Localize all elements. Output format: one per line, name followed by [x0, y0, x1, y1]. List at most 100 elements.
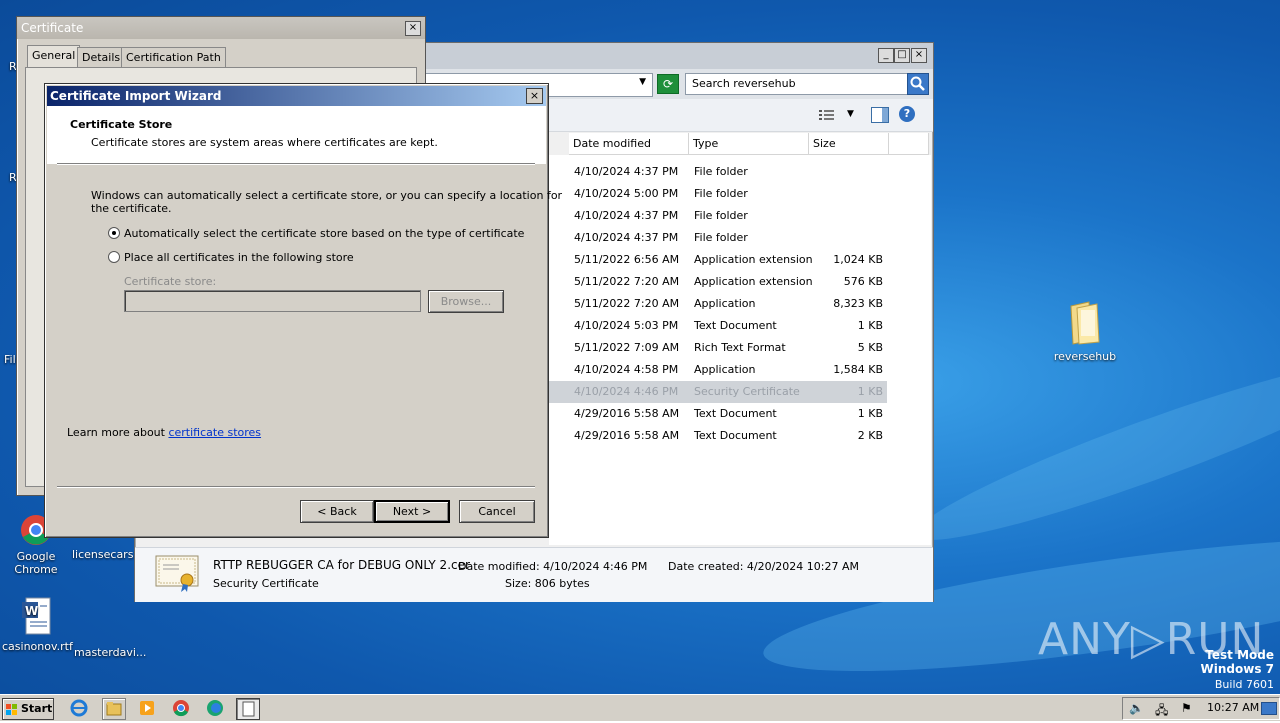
- wizard-subheading: Certificate stores are system areas wher…: [91, 136, 438, 149]
- network-icon[interactable]: 🖧: [1155, 701, 1168, 722]
- maximize-icon[interactable]: □: [894, 48, 910, 63]
- help-icon[interactable]: ?: [899, 106, 915, 122]
- cell-date: 4/10/2024 4:37 PM: [574, 165, 679, 178]
- search-input[interactable]: Search reversehub: [685, 73, 915, 95]
- cancel-button[interactable]: Cancel: [459, 500, 535, 523]
- show-desktop-icon[interactable]: [1261, 702, 1277, 715]
- table-row[interactable]: 4/10/2024 5:00 PM File folder: [549, 183, 887, 205]
- wizard-titlebar[interactable]: Certificate Import Wizard ×: [47, 86, 546, 106]
- edge-icon[interactable]: [204, 698, 226, 718]
- back-button[interactable]: < Back: [300, 500, 374, 523]
- table-row[interactable]: 4/10/2024 4:46 PM Security Certificate 1 K…: [549, 381, 887, 403]
- tab-details[interactable]: Details: [77, 47, 126, 68]
- close-icon[interactable]: ×: [911, 48, 927, 63]
- desktop-icon-masterdavi[interactable]: masterdavi...: [74, 646, 146, 659]
- wizard-intro-line: the certificate.: [91, 202, 172, 215]
- radio-place-in-store-label[interactable]: Place all certificates in the following …: [124, 251, 354, 264]
- certificate-stores-link[interactable]: certificate stores: [168, 426, 261, 439]
- desktop-icon-reversehub[interactable]: reversehub: [1052, 300, 1118, 363]
- view-options-icon[interactable]: [819, 109, 835, 121]
- close-icon[interactable]: ×: [526, 88, 543, 104]
- column-header-date[interactable]: Date modified: [569, 133, 689, 155]
- certificate-import-wizard: Certificate Import Wizard × Certificate …: [44, 83, 562, 538]
- refresh-icon[interactable]: ⟳: [657, 74, 679, 94]
- details-filename: RTTP REBUGGER CA for DEBUG ONLY 2.cer: [213, 558, 470, 572]
- details-date-created: Date created: 4/20/2024 10:27 AM: [668, 560, 860, 573]
- document-taskbar-icon[interactable]: [236, 698, 260, 720]
- wizard-title: Certificate Import Wizard: [50, 89, 222, 103]
- chevron-down-icon[interactable]: ▼: [847, 109, 854, 119]
- cell-type: Rich Text Format: [694, 341, 786, 354]
- cell-type: Application: [694, 363, 756, 376]
- column-header-blank: [889, 133, 929, 155]
- chrome-icon[interactable]: [170, 698, 192, 718]
- explorer-taskbar-icon[interactable]: [102, 698, 126, 720]
- table-row[interactable]: 4/10/2024 4:37 PM File folder: [549, 205, 887, 227]
- learn-more-text: Learn more about certificate stores: [67, 426, 261, 439]
- next-button[interactable]: Next >: [374, 500, 450, 523]
- details-pane: RTTP REBUGGER CA for DEBUG ONLY 2.cer Se…: [135, 547, 933, 602]
- table-row[interactable]: 5/11/2022 7:20 AM Application extension 57…: [549, 271, 887, 293]
- divider: [57, 486, 535, 488]
- table-row[interactable]: 5/11/2022 6:56 AM Application extension 1,…: [549, 249, 887, 271]
- cell-type: Text Document: [694, 429, 777, 442]
- cell-type: Text Document: [694, 407, 777, 420]
- tab-general[interactable]: General: [27, 45, 81, 68]
- table-row[interactable]: 4/10/2024 4:58 PM Application 1,584 KB: [549, 359, 887, 381]
- minimize-icon[interactable]: _: [878, 48, 894, 63]
- wizard-heading: Certificate Store: [70, 118, 173, 131]
- table-row[interactable]: 4/10/2024 4:37 PM File folder: [549, 161, 887, 183]
- cell-type: Application extension: [694, 253, 813, 266]
- build-label: Build 7601: [1214, 678, 1274, 691]
- radio-auto-select[interactable]: [108, 227, 120, 239]
- certificate-store-field[interactable]: [124, 290, 421, 312]
- cell-type: Application: [694, 297, 756, 310]
- preview-pane-icon[interactable]: [871, 107, 889, 123]
- wizard-header: Certificate Store Certificate stores are…: [47, 106, 546, 164]
- tab-certification-path[interactable]: Certification Path: [121, 47, 226, 68]
- desktop-icon-casinonov[interactable]: W casinonov.rtf: [2, 596, 73, 653]
- cell-size: 1 KB: [857, 319, 883, 332]
- cell-date: 5/11/2022 6:56 AM: [574, 253, 680, 266]
- table-row[interactable]: 5/11/2022 7:20 AM Application 8,323 KB: [549, 293, 887, 315]
- column-header-type[interactable]: Type: [689, 133, 809, 155]
- folder-icon: [1067, 300, 1103, 346]
- desktop-icon-label: reversehub: [1053, 350, 1117, 363]
- clock[interactable]: 10:27 AM: [1207, 701, 1259, 714]
- table-row[interactable]: 4/29/2016 5:58 AM Text Document 1 KB: [549, 403, 887, 425]
- svg-text:W: W: [25, 604, 38, 618]
- certificate-store-label: Certificate store:: [124, 275, 217, 288]
- certificate-file-icon: [155, 554, 201, 594]
- volume-icon[interactable]: 🔈: [1129, 701, 1144, 715]
- cell-size: 1,584 KB: [833, 363, 883, 376]
- cell-size: 1 KB: [857, 407, 883, 420]
- cell-date: 4/10/2024 4:37 PM: [574, 209, 679, 222]
- cell-type: File folder: [694, 209, 748, 222]
- chevron-down-icon[interactable]: ▼: [639, 77, 646, 87]
- cell-date: 4/10/2024 4:46 PM: [574, 385, 679, 398]
- system-tray: 🔈 🖧 ⚑ 10:27 AM: [1122, 697, 1280, 720]
- radio-auto-select-label[interactable]: Automatically select the certificate sto…: [124, 227, 524, 240]
- table-row[interactable]: 5/11/2022 7:09 AM Rich Text Format 5 KB: [549, 337, 887, 359]
- windows-logo-icon: [6, 703, 18, 715]
- close-icon[interactable]: ×: [405, 21, 421, 36]
- radio-place-in-store[interactable]: [108, 251, 120, 263]
- start-button[interactable]: Start: [2, 698, 54, 720]
- table-row[interactable]: 4/10/2024 5:03 PM Text Document 1 KB: [549, 315, 887, 337]
- os-label: Windows 7: [1200, 662, 1274, 676]
- table-row[interactable]: 4/10/2024 4:37 PM File folder: [549, 227, 887, 249]
- browse-button[interactable]: Browse...: [428, 290, 504, 313]
- table-row[interactable]: 4/29/2016 5:58 AM Text Document 2 KB: [549, 425, 887, 447]
- desktop-icon-licensecars[interactable]: licensecars...: [72, 548, 144, 561]
- search-icon[interactable]: [907, 73, 929, 95]
- learn-more-prefix: Learn more about: [67, 426, 169, 439]
- cell-date: 4/10/2024 5:03 PM: [574, 319, 679, 332]
- wallpaper-streak: [904, 336, 1280, 564]
- column-header-size[interactable]: Size: [809, 133, 889, 155]
- desktop-icon-label: masterdavi...: [74, 646, 147, 659]
- internet-explorer-icon[interactable]: [68, 698, 90, 718]
- details-size: Size: 806 bytes: [505, 577, 590, 590]
- media-player-icon[interactable]: [136, 698, 158, 718]
- flag-icon[interactable]: ⚑: [1181, 701, 1192, 715]
- cell-size: 5 KB: [857, 341, 883, 354]
